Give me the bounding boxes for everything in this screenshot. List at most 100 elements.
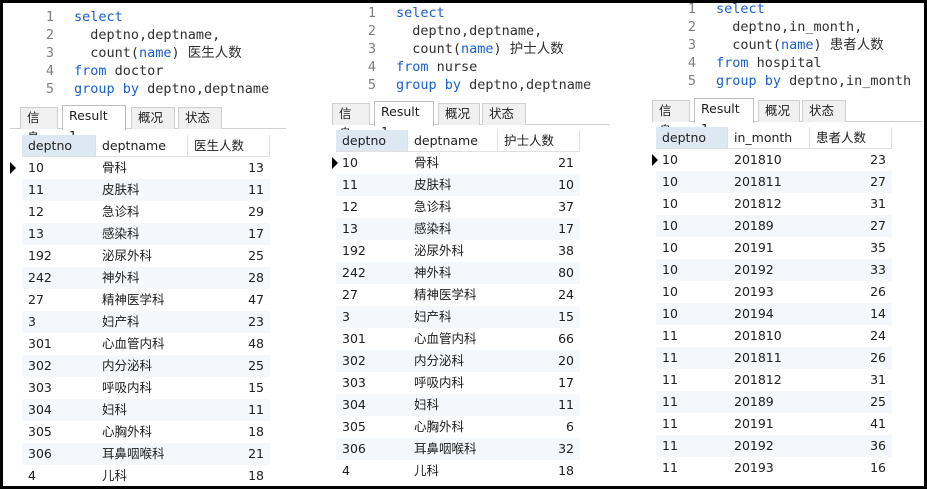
table-cell[interactable]: 26	[810, 347, 892, 369]
table-cell[interactable]: 301	[22, 333, 96, 355]
table-cell[interactable]: 11	[188, 179, 270, 201]
table-row[interactable]: 12 急诊科 29	[22, 201, 270, 223]
tab-status[interactable]: 状态	[802, 100, 846, 122]
table-cell[interactable]: 10	[656, 237, 728, 259]
table-row[interactable]: 10 20192 33	[656, 259, 892, 281]
column-header-2[interactable]: 护士人数	[498, 130, 580, 152]
table-row[interactable]: 10 201810 23	[652, 149, 892, 171]
table-cell[interactable]: 13	[188, 157, 270, 179]
table-row[interactable]: 303 呼吸内科 15	[22, 377, 270, 399]
table-cell[interactable]: 神外科	[408, 262, 498, 284]
table-cell[interactable]: 儿科	[408, 460, 498, 482]
table-cell[interactable]: 12	[22, 201, 96, 223]
table-cell[interactable]: 302	[336, 350, 408, 372]
table-row[interactable]: 192 泌尿外科 25	[22, 245, 270, 267]
table-row[interactable]: 10 20189 27	[656, 215, 892, 237]
table-row[interactable]: 11 20189 25	[656, 391, 892, 413]
column-header-0[interactable]: deptno	[22, 135, 96, 157]
sql-editor[interactable]: 1 select 2 deptno,deptname, 3 count(name) 医…	[4, 8, 286, 100]
table-cell[interactable]: 15	[188, 377, 270, 399]
table-row[interactable]: 11 20192 36	[656, 435, 892, 457]
table-cell[interactable]: 66	[498, 328, 580, 350]
table-cell[interactable]: 11	[656, 325, 728, 347]
tab-info[interactable]: 信息	[652, 100, 690, 138]
table-cell[interactable]: 201812	[728, 369, 810, 391]
table-cell[interactable]: 29	[188, 201, 270, 223]
table-row[interactable]: 306 耳鼻咽喉科 21	[22, 443, 270, 465]
table-cell[interactable]: 11	[336, 174, 408, 196]
table-cell[interactable]: 192	[22, 245, 96, 267]
table-cell[interactable]: 192	[336, 240, 408, 262]
table-cell[interactable]: 47	[188, 289, 270, 311]
table-cell[interactable]: 18	[498, 460, 580, 482]
table-row[interactable]: 3 妇产科 23	[22, 311, 270, 333]
table-cell[interactable]: 33	[810, 259, 892, 281]
table-cell[interactable]: 20192	[728, 259, 810, 281]
table-cell[interactable]: 骨科	[408, 152, 498, 174]
table-row[interactable]: 27 精神医学科 24	[336, 284, 580, 306]
table-cell[interactable]: 儿科	[96, 465, 188, 486]
table-cell[interactable]: 24	[498, 284, 580, 306]
table-cell[interactable]: 10	[498, 174, 580, 196]
table-cell[interactable]: 11	[656, 413, 728, 435]
table-cell[interactable]: 201811	[728, 347, 810, 369]
table-cell[interactable]: 201810	[728, 325, 810, 347]
table-cell[interactable]: 306	[22, 443, 96, 465]
tab-profile[interactable]: 概况	[131, 107, 175, 129]
tab-status[interactable]: 状态	[178, 107, 222, 129]
table-cell[interactable]: 精神医学科	[408, 284, 498, 306]
table-cell[interactable]: 20191	[728, 413, 810, 435]
table-cell[interactable]: 13	[336, 218, 408, 240]
table-cell[interactable]: 耳鼻咽喉科	[408, 438, 498, 460]
table-cell[interactable]: 23	[188, 311, 270, 333]
table-row[interactable]: 4 儿科 18	[22, 465, 270, 486]
table-row[interactable]: 11 20191 41	[656, 413, 892, 435]
table-cell[interactable]: 13	[22, 223, 96, 245]
tab-profile[interactable]: 概况	[438, 103, 480, 125]
column-header-1[interactable]: deptname	[96, 135, 188, 157]
table-cell[interactable]: 27	[336, 284, 408, 306]
table-cell[interactable]: 201811	[728, 171, 810, 193]
table-cell[interactable]: 10	[22, 157, 96, 179]
column-header-1[interactable]: deptname	[408, 130, 498, 152]
table-cell[interactable]: 14	[810, 303, 892, 325]
table-row[interactable]: 242 神外科 80	[336, 262, 580, 284]
table-row[interactable]: 302 内分泌科 25	[22, 355, 270, 377]
table-cell[interactable]: 25	[188, 355, 270, 377]
table-cell[interactable]: 304	[22, 399, 96, 421]
table-cell[interactable]: 11	[656, 457, 728, 479]
table-cell[interactable]: 24	[810, 325, 892, 347]
table-cell[interactable]: 305	[22, 421, 96, 443]
table-row[interactable]: 13 感染科 17	[336, 218, 580, 240]
table-cell[interactable]: 11	[188, 399, 270, 421]
table-cell[interactable]: 泌尿外科	[96, 245, 188, 267]
table-cell[interactable]: 20193	[728, 281, 810, 303]
column-header-2[interactable]: 患者人数	[810, 127, 892, 149]
table-row[interactable]: 11 皮肤科 10	[336, 174, 580, 196]
table-cell[interactable]: 20192	[728, 435, 810, 457]
table-row[interactable]: 305 心胸外科 6	[336, 416, 580, 438]
table-row[interactable]: 11 20193 16	[656, 457, 892, 479]
table-cell[interactable]: 10	[656, 149, 728, 171]
table-cell[interactable]: 41	[810, 413, 892, 435]
table-cell[interactable]: 80	[498, 262, 580, 284]
table-row[interactable]: 3 妇产科 15	[336, 306, 580, 328]
table-cell[interactable]: 27	[810, 215, 892, 237]
table-cell[interactable]: 10	[656, 193, 728, 215]
table-cell[interactable]: 妇产科	[96, 311, 188, 333]
table-row[interactable]: 305 心胸外科 18	[22, 421, 270, 443]
result-grid[interactable]: deptno deptname 医生人数 10 骨科 13 11 皮肤科 11 12 急诊科 29 13…	[4, 135, 286, 486]
table-cell[interactable]: 4	[336, 460, 408, 482]
table-cell[interactable]: 急诊科	[96, 201, 188, 223]
table-cell[interactable]: 妇科	[408, 394, 498, 416]
table-row[interactable]: 301 心血管内科 48	[22, 333, 270, 355]
table-cell[interactable]: 10	[656, 171, 728, 193]
table-cell[interactable]: 耳鼻咽喉科	[96, 443, 188, 465]
table-cell[interactable]: 20	[498, 350, 580, 372]
table-row[interactable]: 192 泌尿外科 38	[336, 240, 580, 262]
table-cell[interactable]: 303	[336, 372, 408, 394]
table-cell[interactable]: 201810	[728, 149, 810, 171]
table-cell[interactable]: 31	[810, 193, 892, 215]
table-row[interactable]: 4 儿科 18	[336, 460, 580, 482]
table-cell[interactable]: 21	[188, 443, 270, 465]
